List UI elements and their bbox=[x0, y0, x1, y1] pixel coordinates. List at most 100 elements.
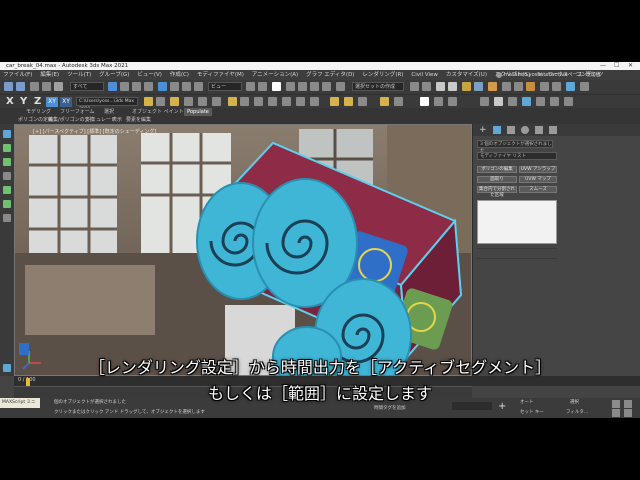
select-manipulate-icon[interactable] bbox=[258, 82, 267, 91]
utilities-tab-icon[interactable] bbox=[549, 126, 557, 134]
open-explorer-icon[interactable] bbox=[580, 82, 589, 91]
project-folder-dropdown[interactable]: C:\Users\yoss...\3ds Max 2021 bbox=[76, 97, 138, 112]
undo-icon[interactable] bbox=[4, 82, 13, 91]
rendered-frame-icon[interactable] bbox=[514, 82, 523, 91]
create-panel-icon[interactable] bbox=[3, 130, 11, 138]
filter-helpers-icon[interactable] bbox=[3, 200, 11, 208]
set-key-button[interactable]: セット キー bbox=[520, 409, 544, 415]
smooth-button[interactable]: スムーズ bbox=[519, 186, 557, 193]
menu-civil-view[interactable]: Civil View bbox=[408, 70, 440, 80]
axis-xy-cycle-button[interactable]: XY bbox=[60, 97, 72, 107]
ribbon-tab-selection[interactable]: 選択 bbox=[104, 108, 114, 116]
modifier-list-dropdown[interactable]: モディファイヤ リスト bbox=[477, 152, 557, 160]
render-region-icon[interactable] bbox=[358, 97, 367, 106]
chamfer-button[interactable]: 面取り bbox=[477, 176, 517, 183]
filter-geometry-icon[interactable] bbox=[3, 144, 11, 152]
modify-tab-icon[interactable] bbox=[493, 126, 501, 134]
ribbon-tab-object-paint[interactable]: オブジェクト ペイント bbox=[132, 108, 184, 116]
sky-icon[interactable] bbox=[344, 97, 353, 106]
open-file-icon[interactable] bbox=[144, 97, 153, 106]
filter-spacewarps-icon[interactable] bbox=[3, 214, 11, 222]
ribbon-tab-populate[interactable]: Populate bbox=[184, 108, 212, 116]
region-select-icon[interactable] bbox=[132, 82, 141, 91]
minimize-button[interactable]: — bbox=[600, 62, 606, 70]
menu-modifiers[interactable]: モディファイヤ(M) bbox=[194, 70, 247, 80]
save-file-icon[interactable] bbox=[156, 97, 165, 106]
axis-x-button[interactable]: X bbox=[6, 96, 14, 107]
walkthrough-icon[interactable] bbox=[480, 97, 489, 106]
menu-group[interactable]: グループ(G) bbox=[96, 70, 132, 80]
render-cloud-icon[interactable] bbox=[552, 82, 561, 91]
filter-cameras-icon[interactable] bbox=[3, 186, 11, 194]
helper-icon[interactable] bbox=[254, 97, 263, 106]
curve-editor-icon[interactable] bbox=[462, 82, 471, 91]
user-icon[interactable] bbox=[496, 72, 502, 78]
select-object-icon[interactable] bbox=[108, 82, 117, 91]
axis-z-button[interactable]: Z bbox=[34, 96, 41, 107]
render-iterative-icon[interactable] bbox=[540, 82, 549, 91]
link-icon[interactable] bbox=[30, 82, 39, 91]
pan-icon[interactable] bbox=[612, 409, 620, 417]
align-icon[interactable] bbox=[422, 82, 431, 91]
white-swatch-icon[interactable] bbox=[420, 97, 429, 106]
menu-rendering[interactable]: レンダリング(R) bbox=[359, 70, 406, 80]
display-tab-icon[interactable] bbox=[535, 126, 543, 134]
add-time-tag[interactable]: 時間タグを追加 bbox=[374, 405, 406, 411]
object-name-field[interactable]: 3 個のオブジェクトが選択されました bbox=[477, 140, 553, 154]
geometry-icon[interactable] bbox=[310, 97, 319, 106]
edit-named-selection-icon[interactable] bbox=[336, 82, 345, 91]
scale-icon[interactable] bbox=[182, 82, 191, 91]
ribbon-sub-edit-element[interactable]: 要素を編集 bbox=[126, 116, 151, 124]
rotate-icon[interactable] bbox=[170, 82, 179, 91]
redo-icon[interactable] bbox=[16, 82, 25, 91]
key-icon[interactable] bbox=[380, 97, 389, 106]
a360-icon[interactable] bbox=[566, 82, 575, 91]
uvw-unwrap-button[interactable]: UVW アンラップ bbox=[519, 166, 557, 173]
snapshot-icon[interactable] bbox=[184, 97, 193, 106]
render-setup-icon[interactable] bbox=[502, 82, 511, 91]
trajectory-icon[interactable] bbox=[394, 97, 403, 106]
systems-icon[interactable] bbox=[282, 97, 291, 106]
motion-tab-icon[interactable] bbox=[521, 126, 529, 134]
maximize-button[interactable]: ☐ bbox=[614, 62, 619, 70]
menu-animation[interactable]: アニメーション(A) bbox=[249, 70, 301, 80]
viewport-layout-icon[interactable] bbox=[212, 97, 221, 106]
layer-explorer-icon[interactable] bbox=[448, 82, 457, 91]
schematic-view-icon[interactable] bbox=[474, 82, 483, 91]
user-name[interactable]: masahiro.yoshi... bbox=[504, 70, 547, 80]
isolate-icon[interactable] bbox=[198, 97, 207, 106]
shapes-icon[interactable] bbox=[296, 97, 305, 106]
menu-file[interactable]: ファイル(F) bbox=[0, 70, 35, 80]
menu-customize[interactable]: カスタマイズ(U) bbox=[443, 70, 490, 80]
teapot-icon[interactable] bbox=[494, 97, 503, 106]
keyboard-shortcut-icon[interactable] bbox=[272, 82, 281, 91]
filter-lights-icon[interactable] bbox=[3, 172, 11, 180]
scene-explorer-icon[interactable] bbox=[436, 82, 445, 91]
place-icon[interactable] bbox=[194, 82, 203, 91]
motion-mixer-icon[interactable] bbox=[434, 97, 443, 106]
folder-icon[interactable] bbox=[170, 97, 179, 106]
ribbon-sub-display[interactable]: 表示 bbox=[112, 116, 122, 124]
render-production-icon[interactable] bbox=[526, 82, 535, 91]
hierarchy-tab-icon[interactable] bbox=[507, 126, 515, 134]
cylinder-icon[interactable] bbox=[536, 97, 545, 106]
uvw-map-button[interactable]: UVW マップ bbox=[519, 176, 557, 183]
perspective-viewport[interactable]: [+] [パースペクティブ] [標準] [既定のシェーディング] bbox=[14, 124, 472, 376]
menu-view[interactable]: ビュー(V) bbox=[134, 70, 165, 80]
axis-y-button[interactable]: Y bbox=[20, 96, 27, 107]
sphere-icon[interactable] bbox=[522, 97, 531, 106]
bind-space-warp-icon[interactable] bbox=[54, 82, 63, 91]
split-region-button[interactable]: 集合内で分割された区域 bbox=[477, 186, 517, 198]
sun-icon[interactable] bbox=[330, 97, 339, 106]
material-editor-icon[interactable] bbox=[488, 82, 497, 91]
menu-edit[interactable]: 編集(E) bbox=[37, 70, 62, 80]
camera-icon[interactable] bbox=[240, 97, 249, 106]
angle-snap-icon[interactable] bbox=[298, 82, 307, 91]
create-tab-icon[interactable]: + bbox=[479, 125, 487, 135]
selection-filter-dropdown[interactable]: すべて bbox=[70, 82, 104, 91]
spinner-snap-icon[interactable] bbox=[322, 82, 331, 91]
menu-graph-editors[interactable]: グラフ エディタ(D) bbox=[303, 70, 357, 80]
menu-tools[interactable]: ツール(T) bbox=[64, 70, 94, 80]
key-filters-button[interactable]: フィルタ... bbox=[566, 409, 588, 415]
torus-icon[interactable] bbox=[550, 97, 559, 106]
